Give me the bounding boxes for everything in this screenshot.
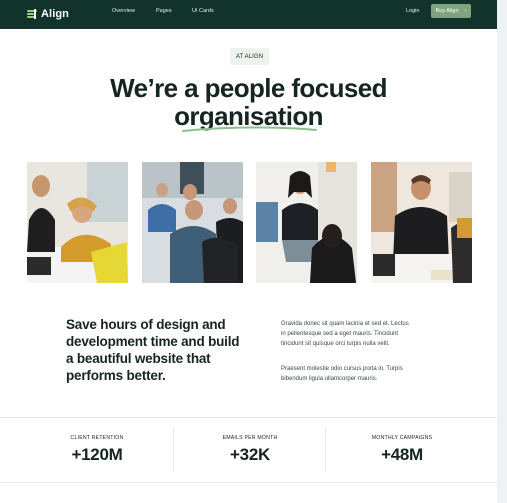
- chevron-right-icon: ›: [464, 8, 467, 14]
- paragraph-line: Praesent molestie odio cursus porta in. …: [281, 366, 403, 372]
- nav-link-ui-cards[interactable]: UI Cards: [192, 0, 214, 22]
- hero-underline-decoration: [182, 126, 317, 132]
- team-photo-4: [371, 162, 472, 283]
- stats-divider-bottom: [0, 482, 497, 483]
- feature-heading: Save hours of design and development tim…: [66, 316, 266, 384]
- paragraph-line: Gravida donec sit quam lacinia et sed et…: [281, 321, 409, 327]
- buy-button-label: Buy Align: [435, 8, 459, 14]
- feature-heading-line: Save hours of design and: [66, 317, 226, 332]
- team-photo-2: [142, 162, 243, 283]
- stat-label-monthly-campaigns: MONTHLY CAMPAIGNS: [371, 435, 433, 441]
- team-photo-1: [27, 162, 128, 283]
- stats-column-divider: [325, 427, 326, 472]
- login-link[interactable]: Login: [406, 0, 419, 22]
- buy-align-button[interactable]: Buy Align ›: [431, 4, 471, 18]
- logo-text: Align: [41, 8, 69, 20]
- nav-link-overview[interactable]: Overview: [112, 0, 135, 22]
- section-badge: AT ALIGN: [230, 48, 269, 65]
- stat-value-monthly-campaigns: +48M: [381, 445, 423, 464]
- stat-value-emails-per-month: +32K: [230, 445, 270, 464]
- feature-heading-line: a beautiful website that: [66, 351, 211, 366]
- top-navbar: Align Overview Pages UI Cards Login Buy …: [0, 0, 497, 29]
- hero-title-line-1: We’re a people focused: [110, 73, 387, 103]
- paragraph-line: in pellentesque sed a eget mauris. Tinci…: [281, 331, 399, 337]
- feature-heading-line: performs better.: [66, 368, 166, 383]
- logo-mark-icon: [27, 9, 37, 19]
- feature-paragraph-1: Gravida donec sit quam lacinia et sed et…: [281, 319, 441, 349]
- team-photo-3: [256, 162, 357, 283]
- page-scroll-gutter: [497, 0, 507, 503]
- logo[interactable]: Align: [27, 5, 69, 23]
- feature-heading-line: development time and build: [66, 334, 240, 349]
- feature-paragraph-2: Praesent molestie odio cursus porta in. …: [281, 364, 441, 384]
- stat-label-emails-per-month: EMAILS PER MONTH: [222, 435, 278, 441]
- paragraph-line: bibendum ligula ullamcorper mauris.: [281, 376, 378, 382]
- stats-divider-top: [0, 417, 497, 418]
- stat-value-client-retention: +120M: [71, 445, 123, 464]
- stat-label-client-retention: CLIENT RETENTION: [70, 435, 124, 441]
- nav-link-pages[interactable]: Pages: [156, 0, 172, 22]
- stats-column-divider: [173, 427, 174, 472]
- paragraph-line: tincidunt sit quisque orci turpis nulla …: [281, 341, 390, 347]
